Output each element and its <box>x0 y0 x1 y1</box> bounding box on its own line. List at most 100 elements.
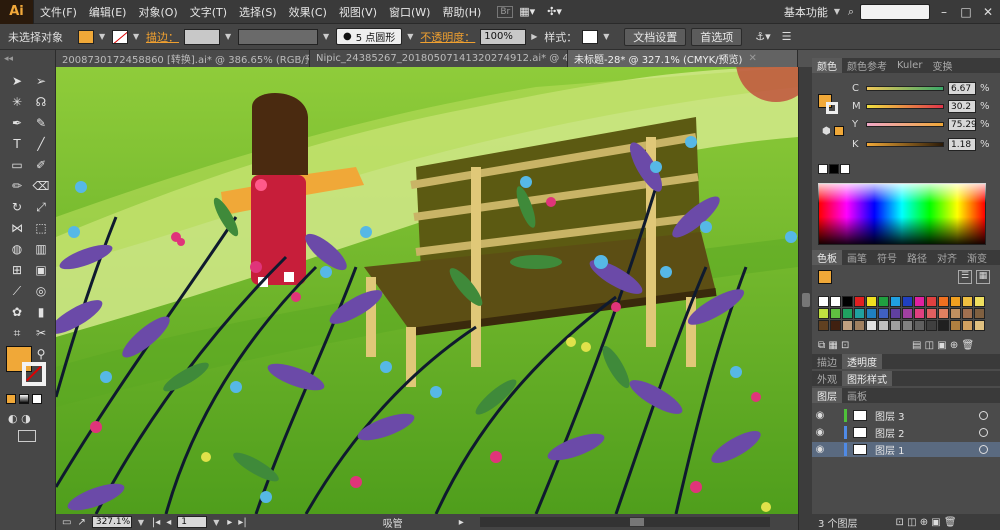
layer-name[interactable]: 图层 2 <box>875 425 979 440</box>
artboard-nav-icon[interactable]: ▭ <box>62 517 71 528</box>
swatch[interactable] <box>902 308 913 319</box>
brush-definition[interactable]: ● 5 点圆形 <box>336 28 403 45</box>
layer-name[interactable]: 图层 1 <box>875 442 979 457</box>
swatch[interactable] <box>854 296 865 307</box>
swatch[interactable] <box>878 320 889 331</box>
swatch[interactable] <box>818 296 829 307</box>
swatch[interactable] <box>854 320 865 331</box>
menu-view[interactable]: 视图(V) <box>333 4 383 20</box>
chevron-down-icon[interactable]: ▼ <box>834 7 842 16</box>
magenta-value[interactable]: 30.2 <box>948 100 976 113</box>
panel-collapse-icon[interactable]: ◂◂ <box>4 54 13 64</box>
swatch[interactable] <box>890 320 901 331</box>
artboard-number-field[interactable]: 1 <box>177 516 208 528</box>
eye-icon[interactable]: ◉ <box>812 410 828 421</box>
swatch[interactable] <box>974 296 985 307</box>
align-icon[interactable]: ⚓▾ <box>755 30 770 43</box>
previous-artboard-icon[interactable]: ◂ <box>166 517 171 528</box>
white-color-swatch[interactable] <box>840 164 850 174</box>
chevron-down-icon[interactable]: ▼ <box>213 518 221 527</box>
stroke-swatch[interactable] <box>112 29 128 44</box>
swatch[interactable] <box>866 296 877 307</box>
target-icon[interactable] <box>979 428 988 437</box>
help-search-input[interactable] <box>860 3 930 20</box>
chevron-down-icon[interactable]: ▼ <box>99 32 107 41</box>
list-view-icon[interactable]: ☰ <box>958 270 972 284</box>
chevron-down-icon[interactable]: ▼ <box>133 32 141 41</box>
slice-tool-icon[interactable]: ✂ <box>30 324 52 342</box>
horizontal-scroll-thumb[interactable] <box>629 518 644 526</box>
line-tool-icon[interactable]: ╱ <box>30 135 52 153</box>
horizontal-scrollbar[interactable] <box>479 517 770 527</box>
layer-row[interactable]: ◉ 图层 1 <box>812 442 1000 457</box>
swatch[interactable] <box>830 296 841 307</box>
menu-file[interactable]: 文件(F) <box>34 4 83 20</box>
tab-appearance[interactable]: 外观 <box>812 371 842 386</box>
document-setup-button[interactable]: 文档设置 <box>624 27 687 46</box>
layer-row[interactable]: ◉ 图层 3 <box>812 408 1000 423</box>
close-icon[interactable]: ✕ <box>748 53 756 64</box>
magenta-slider[interactable]: M 30.2 % <box>852 100 990 113</box>
swatch[interactable] <box>878 296 889 307</box>
swatch[interactable] <box>962 296 973 307</box>
stroke-mini[interactable] <box>826 102 838 114</box>
rectangle-tool-icon[interactable]: ▭ <box>6 156 28 174</box>
yellow-gradient[interactable] <box>866 122 944 127</box>
yellow-slider[interactable]: Y 75.29 % <box>852 118 990 131</box>
swatch[interactable] <box>926 308 937 319</box>
tab-kuler[interactable]: Kuler <box>892 58 927 73</box>
vertical-scroll-thumb[interactable] <box>802 293 810 307</box>
tab-artboards[interactable]: 画板 <box>842 388 872 403</box>
width-tool-icon[interactable]: ⋈ <box>6 219 28 237</box>
fill-swatch[interactable] <box>78 29 94 44</box>
rotate-tool-icon[interactable]: ↻ <box>6 198 28 216</box>
swatch[interactable] <box>926 320 937 331</box>
gradient-mode-icon[interactable] <box>19 394 29 404</box>
draw-mode-icon[interactable]: ◐ ◑ <box>8 412 31 425</box>
tab-brushes[interactable]: 画笔 <box>842 250 872 265</box>
vertical-scrollbar[interactable] <box>798 67 812 530</box>
menu-help[interactable]: 帮助(H) <box>436 4 487 20</box>
tab-align[interactable]: 对齐 <box>932 250 962 265</box>
black-gradient[interactable] <box>866 142 944 147</box>
tab-symbols[interactable]: 符号 <box>872 250 902 265</box>
curvature-tool-icon[interactable]: ✎ <box>30 114 52 132</box>
swatch[interactable] <box>830 320 841 331</box>
swatch[interactable] <box>866 308 877 319</box>
none-mode-icon[interactable] <box>32 394 42 404</box>
swatch[interactable] <box>818 308 829 319</box>
chevron-down-icon[interactable]: ▼ <box>323 32 331 41</box>
menu-effect[interactable]: 效果(C) <box>283 4 333 20</box>
stroke-weight-field[interactable] <box>184 28 220 45</box>
panel-menu-icon[interactable]: ☰ <box>782 30 792 43</box>
scale-tool-icon[interactable]: ⤢ <box>30 198 52 216</box>
zoom-field[interactable]: 327.1% <box>91 516 132 528</box>
swatch[interactable] <box>950 308 961 319</box>
menu-window[interactable]: 窗口(W) <box>383 4 436 20</box>
swatch[interactable] <box>914 308 925 319</box>
swatch[interactable] <box>854 308 865 319</box>
swatch[interactable] <box>950 296 961 307</box>
layer-name[interactable]: 图层 3 <box>875 408 979 423</box>
chevron-down-icon[interactable]: ▼ <box>603 32 611 41</box>
menu-type[interactable]: 文字(T) <box>184 4 233 20</box>
tab-document-1[interactable]: 2008730172458860 [转换].ai* @ 386.65% (RGB… <box>56 50 310 67</box>
menu-edit[interactable]: 编辑(E) <box>83 4 133 20</box>
first-artboard-icon[interactable]: |◂ <box>152 517 160 528</box>
tab-transform[interactable]: 变换 <box>927 58 957 73</box>
swatch[interactable] <box>842 308 853 319</box>
menu-object[interactable]: 对象(O) <box>132 4 183 20</box>
tab-color[interactable]: 颜色 <box>812 58 842 73</box>
pen-tool-icon[interactable]: ✒ <box>6 114 28 132</box>
arrange-documents-icon[interactable]: ▦▾ <box>513 5 541 18</box>
minimize-icon[interactable]: – <box>936 4 952 20</box>
magic-wand-tool-icon[interactable]: ✳ <box>6 93 28 111</box>
swatch-actions[interactable]: ▤ ◫ ▣ ⊕ 🗑 <box>912 340 974 351</box>
chevron-down-icon[interactable]: ▼ <box>407 32 415 41</box>
eraser-tool-icon[interactable]: ⌫ <box>30 177 52 195</box>
black-value[interactable]: 1.18 <box>948 138 976 151</box>
swatch[interactable] <box>962 308 973 319</box>
swatch[interactable] <box>890 308 901 319</box>
chevron-down-icon[interactable]: ▼ <box>138 518 146 527</box>
swatch[interactable] <box>938 320 949 331</box>
